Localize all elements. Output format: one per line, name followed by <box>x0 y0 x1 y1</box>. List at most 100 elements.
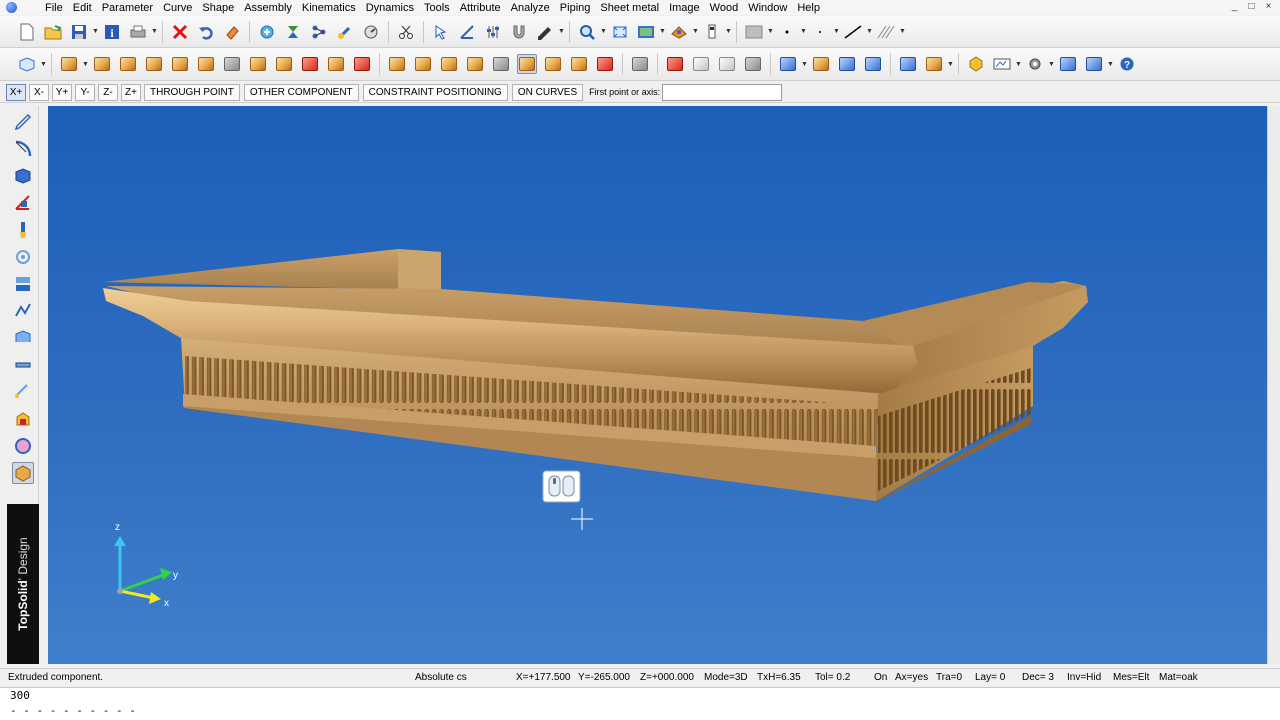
sketch-pencil-icon[interactable] <box>12 111 34 133</box>
save-icon[interactable] <box>69 22 89 42</box>
through-point-button[interactable]: THROUGH POINT <box>144 83 240 101</box>
coordinate-system[interactable]: Absolute cs <box>415 672 467 683</box>
cut-block-icon[interactable] <box>387 54 407 74</box>
help-icon[interactable]: ? <box>1117 54 1137 74</box>
settings-dropdown-icon[interactable]: ▼ <box>1048 61 1055 68</box>
profile-icon[interactable] <box>196 54 216 74</box>
rendering-icon[interactable] <box>12 435 34 457</box>
hinge-icon[interactable] <box>569 54 589 74</box>
menu-kinematics[interactable]: Kinematics <box>297 1 361 15</box>
on-indicator[interactable]: On <box>874 672 887 683</box>
assembly-dropdown-icon[interactable]: ▼ <box>801 61 808 68</box>
export-icon[interactable] <box>863 54 883 74</box>
settings-icon[interactable] <box>1025 54 1045 74</box>
color-swatch-icon[interactable] <box>744 22 764 42</box>
new-document-icon[interactable] <box>17 22 37 42</box>
drawing-dropdown-icon[interactable]: ▼ <box>1015 61 1022 68</box>
tenon-icon[interactable] <box>274 54 294 74</box>
print-icon[interactable] <box>128 22 148 42</box>
zoom-fit-icon[interactable] <box>610 22 630 42</box>
menu-window[interactable]: Window <box>743 1 792 15</box>
drill-icon[interactable] <box>222 54 242 74</box>
piping-icon[interactable] <box>12 354 34 376</box>
panel-icon[interactable] <box>118 54 138 74</box>
library-icon[interactable] <box>1058 54 1078 74</box>
axis-z-plus-button[interactable]: Z+ <box>121 83 141 101</box>
menu-help[interactable]: Help <box>792 1 825 15</box>
menu-sheet-metal[interactable]: Sheet metal <box>595 1 664 15</box>
light-dropdown-icon[interactable]: ▼ <box>725 28 732 35</box>
constraint-positioning-button[interactable]: CONSTRAINT POSITIONING <box>362 83 508 101</box>
assembly-block-icon[interactable] <box>778 54 798 74</box>
slab-icon[interactable] <box>413 54 433 74</box>
magnet-icon[interactable] <box>509 22 529 42</box>
text-height[interactable]: TxH=6.35 <box>757 672 801 683</box>
wood-design-icon[interactable] <box>11 462 34 484</box>
grey-block-icon[interactable] <box>630 54 650 74</box>
screenshot-icon[interactable] <box>636 22 656 42</box>
analysis-icon[interactable] <box>12 408 34 430</box>
vertical-scrollbar[interactable] <box>1267 106 1280 664</box>
link-icon[interactable] <box>335 22 355 42</box>
line-type-dropdown-icon[interactable]: ▼ <box>866 28 873 35</box>
restore-button[interactable]: □ <box>1244 0 1259 13</box>
pen-icon[interactable] <box>535 22 555 42</box>
axis-y-minus-button[interactable]: Y- <box>75 83 95 101</box>
sort-icon[interactable] <box>283 22 303 42</box>
eraser-icon[interactable] <box>222 22 242 42</box>
on-curves-button[interactable]: ON CURVES <box>511 83 584 101</box>
kinematics-icon[interactable] <box>12 300 34 322</box>
refresh-icon[interactable] <box>257 22 277 42</box>
block-icon[interactable] <box>59 54 79 74</box>
prompt-input[interactable] <box>662 83 783 101</box>
tolerance[interactable]: Tol= 0.2 <box>815 672 850 683</box>
groove-icon[interactable] <box>300 54 320 74</box>
handle-icon[interactable] <box>595 54 615 74</box>
cabinet-icon[interactable] <box>811 54 831 74</box>
axes-indicator[interactable]: Ax=yes <box>895 672 928 683</box>
menu-wood[interactable]: Wood <box>705 1 744 15</box>
block-dropdown-icon[interactable]: ▼ <box>82 61 89 68</box>
menu-edit[interactable]: Edit <box>68 1 97 15</box>
chamfer-icon[interactable] <box>491 54 511 74</box>
list-icon[interactable] <box>837 54 857 74</box>
menu-tools[interactable]: Tools <box>419 1 455 15</box>
explode-dropdown-icon[interactable]: ▼ <box>947 61 954 68</box>
menu-attribute[interactable]: Attribute <box>455 1 506 15</box>
menu-shape[interactable]: Shape <box>197 1 239 15</box>
hatch-dropdown-icon[interactable]: ▼ <box>899 28 906 35</box>
drafting-icon[interactable] <box>12 192 34 214</box>
measure-indicator[interactable]: Mes=Elt <box>1113 672 1149 683</box>
app-logo-icon[interactable] <box>0 0 22 15</box>
point-style-dropdown-icon[interactable]: ▼ <box>800 28 807 35</box>
menu-assembly[interactable]: Assembly <box>239 1 297 15</box>
cut-icon[interactable] <box>396 22 416 42</box>
undo-icon[interactable] <box>196 22 216 42</box>
save-dropdown-icon[interactable]: ▼ <box>92 28 99 35</box>
open-folder-icon[interactable] <box>43 22 63 42</box>
multi-view-icon[interactable] <box>898 54 918 74</box>
catalog-icon[interactable] <box>1084 54 1104 74</box>
sweep-icon[interactable] <box>543 54 563 74</box>
light-icon[interactable] <box>702 22 722 42</box>
menu-file[interactable]: File <box>40 1 68 15</box>
mortise-icon[interactable] <box>326 54 346 74</box>
mode-indicator[interactable]: Mode=3D <box>704 672 748 683</box>
axis-x-minus-button[interactable]: X- <box>29 83 49 101</box>
dot-dropdown-icon[interactable]: ▼ <box>833 28 840 35</box>
tree-icon[interactable] <box>309 22 329 42</box>
axis-y-plus-button[interactable]: Y+ <box>52 83 72 101</box>
menu-analyze[interactable]: Analyze <box>506 1 555 15</box>
shelf-back-wall-left[interactable] <box>103 249 441 289</box>
frame-icon[interactable] <box>144 54 164 74</box>
brush-icon[interactable] <box>12 219 34 241</box>
menu-piping[interactable]: Piping <box>555 1 596 15</box>
extrude-icon[interactable] <box>517 54 537 74</box>
info-icon[interactable]: i <box>102 22 122 42</box>
minimize-button[interactable]: _ <box>1227 0 1242 13</box>
sheet-metal-icon[interactable] <box>12 327 34 349</box>
chisel-icon[interactable] <box>248 54 268 74</box>
shelf-back-wall-edge[interactable] <box>398 249 441 292</box>
transparency-indicator[interactable]: Tra=0 <box>936 672 962 683</box>
close-button[interactable]: × <box>1261 0 1276 13</box>
